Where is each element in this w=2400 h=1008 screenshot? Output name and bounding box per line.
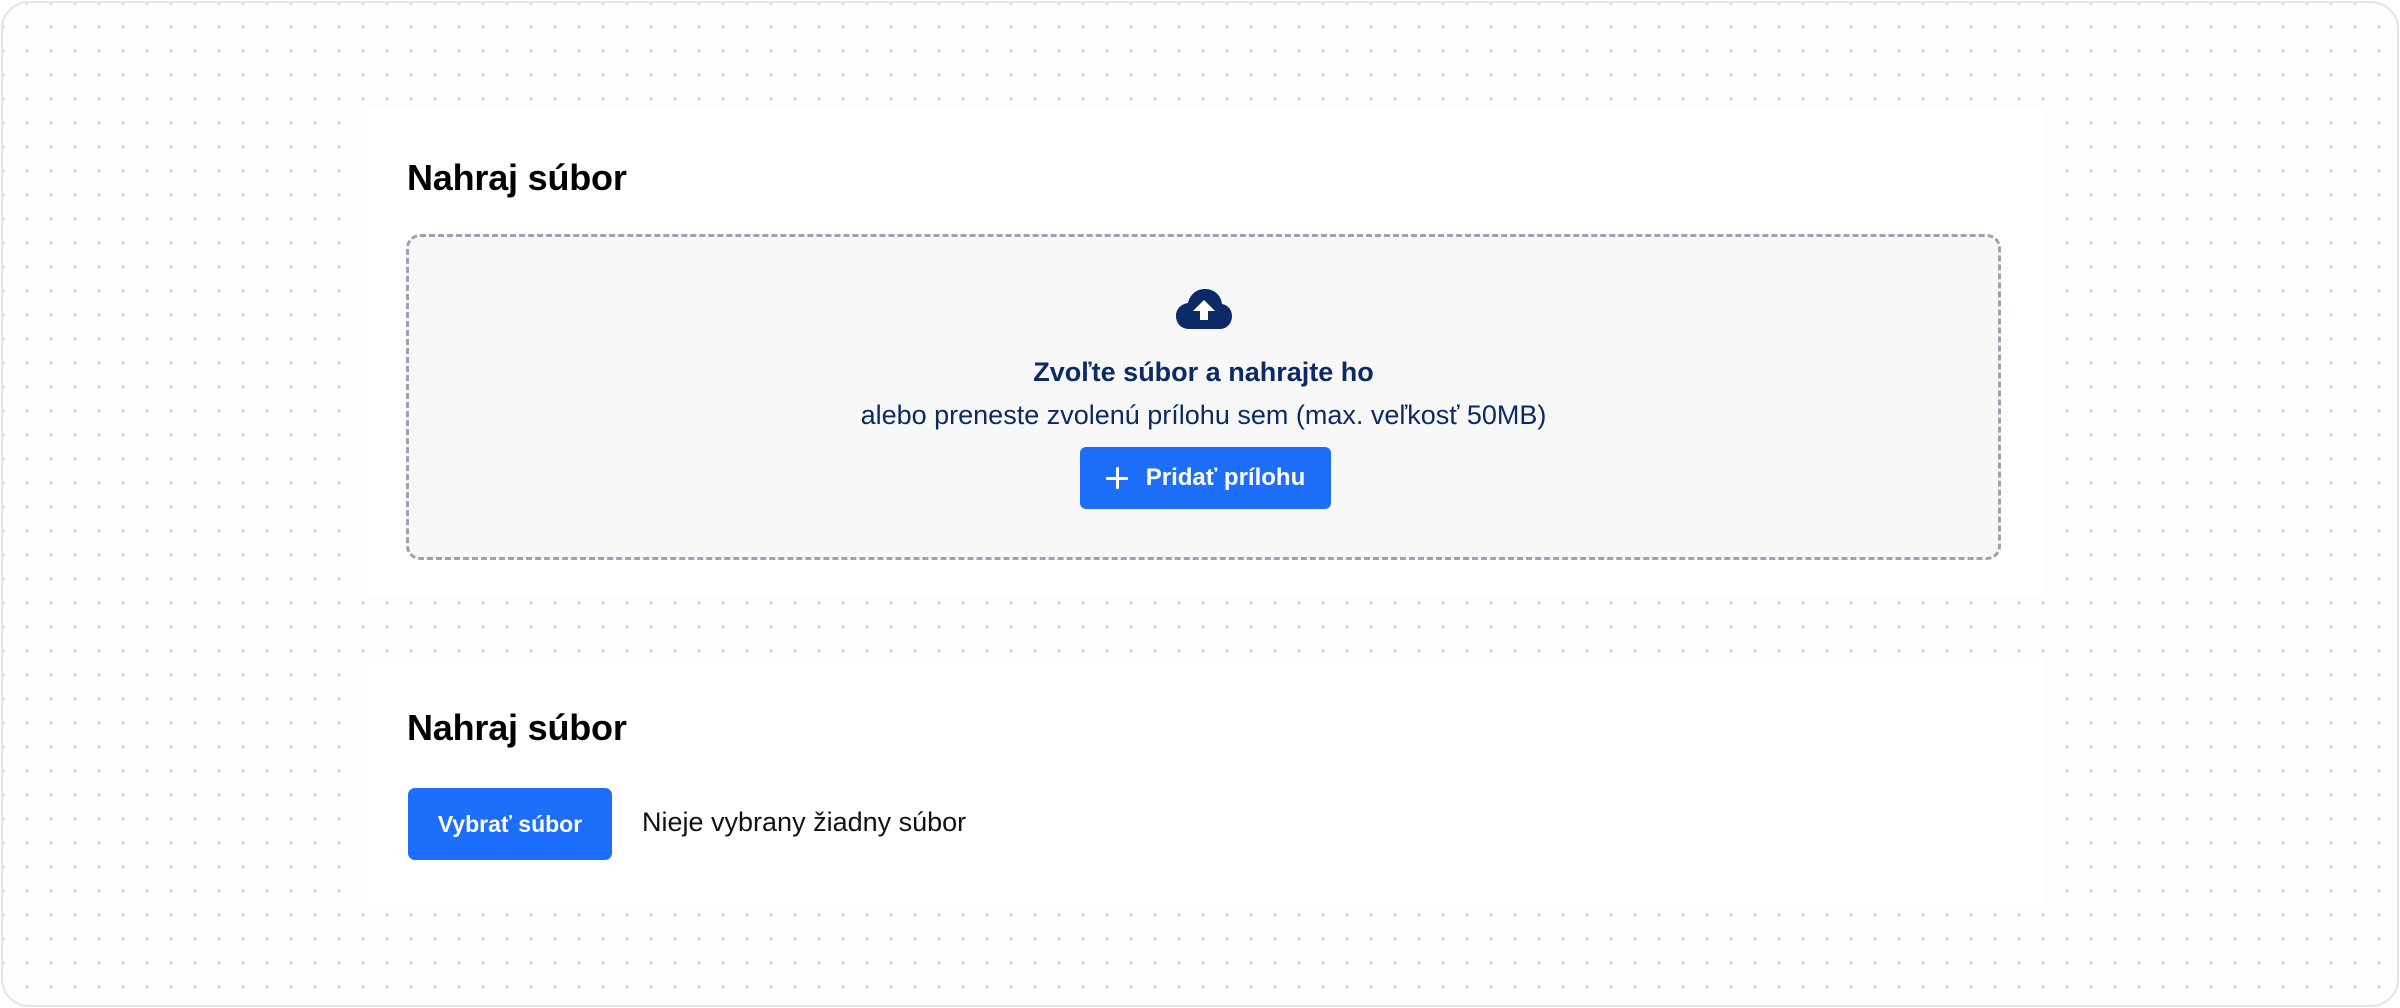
card-title: Nahraj súbor <box>407 707 627 748</box>
preview-canvas: Nahraj súbor Zvoľte súbor a nahrajte ho … <box>1 1 2399 1007</box>
file-input-card: Nahraj súbor Vybrať súbor Nieje vybrany … <box>361 657 2045 907</box>
dropzone-subtext: alebo preneste zvolenú prílohu sem (max.… <box>860 400 1547 430</box>
add-attachment-button[interactable]: Pridať prílohu <box>1080 447 1331 509</box>
dropzone-upload-card: Nahraj súbor Zvoľte súbor a nahrajte ho … <box>361 107 2045 597</box>
card-title: Nahraj súbor <box>407 157 627 198</box>
choose-file-button[interactable]: Vybrať súbor <box>408 788 612 860</box>
file-status-text: Nieje vybrany žiadny súbor <box>642 807 967 837</box>
file-dropzone[interactable]: Zvoľte súbor a nahrajte ho alebo prenest… <box>406 234 2001 560</box>
plus-icon <box>1105 467 1128 489</box>
add-attachment-label: Pridať prílohu <box>1145 464 1306 491</box>
cloud-upload-icon <box>1175 289 1232 329</box>
dropzone-heading: Zvoľte súbor a nahrajte ho <box>1033 357 1374 387</box>
